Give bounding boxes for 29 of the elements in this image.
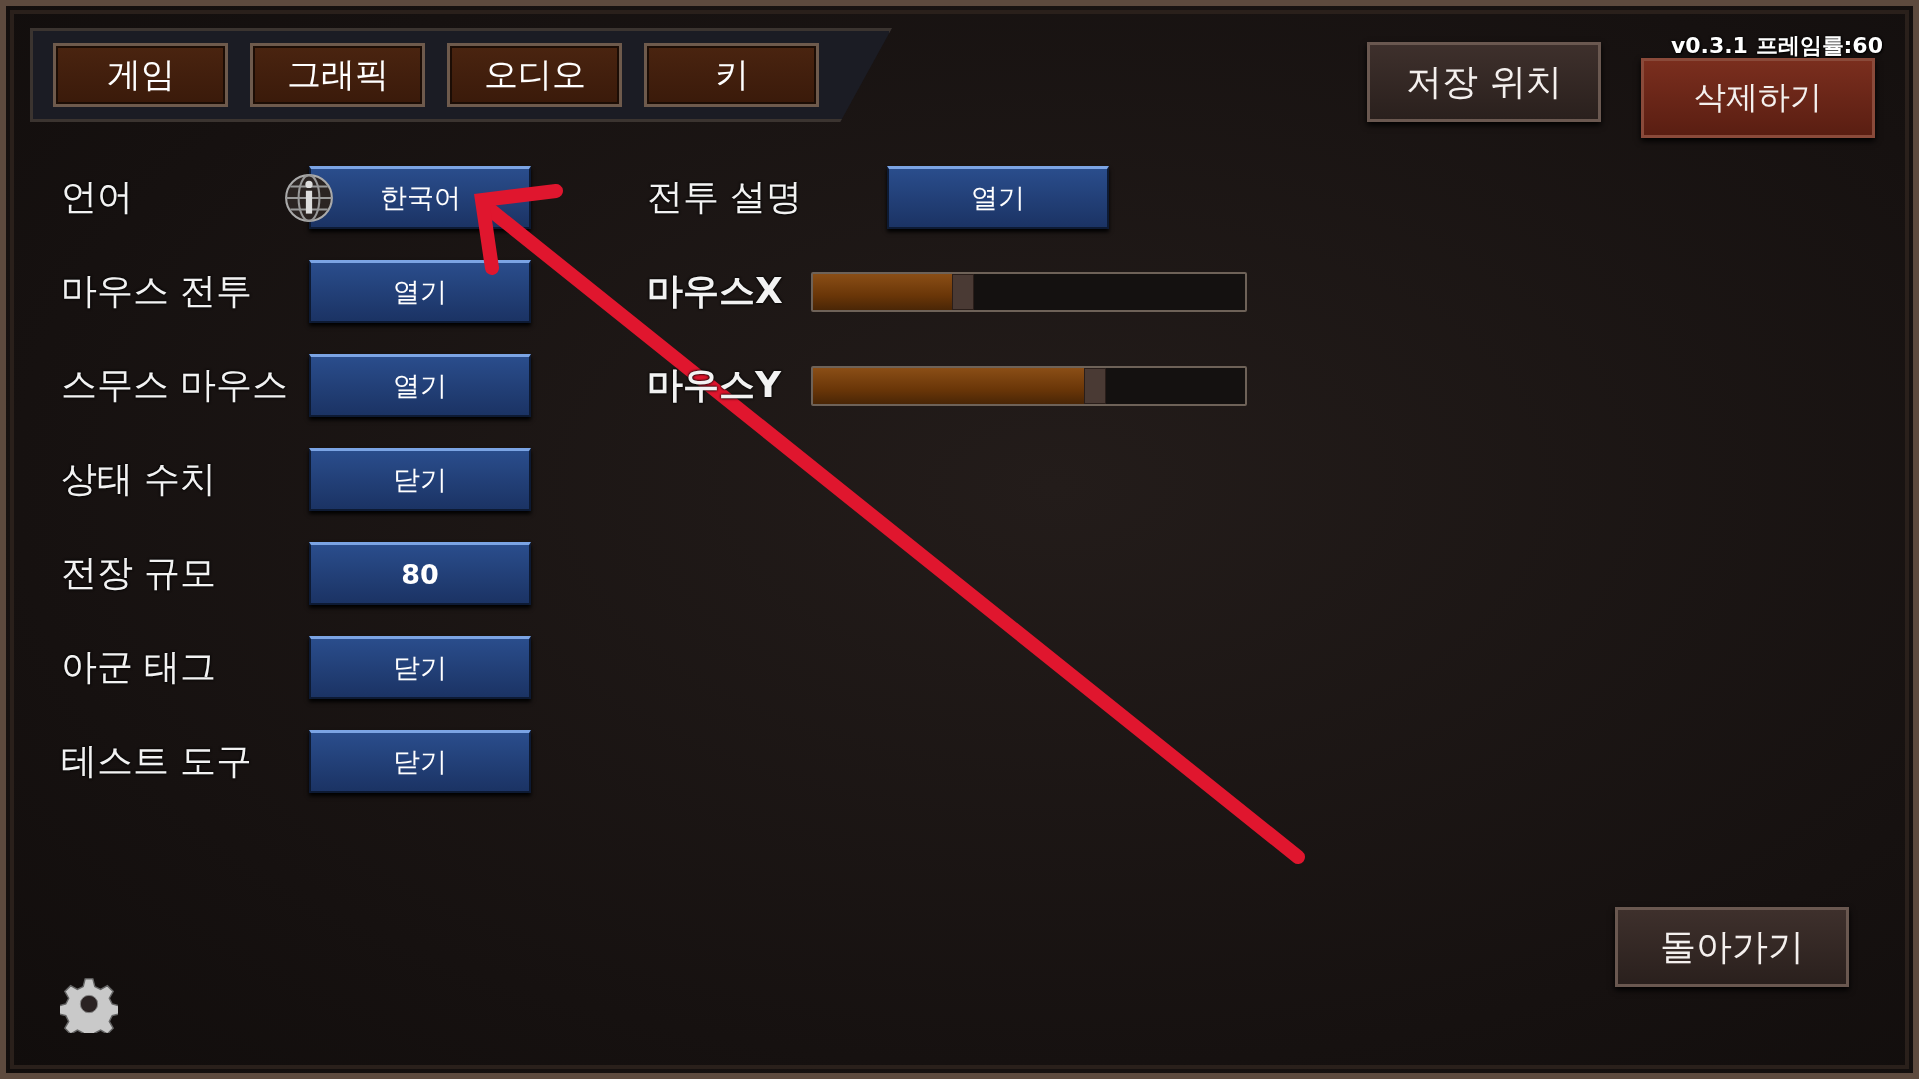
back-button[interactable]: 돌아가기 — [1615, 907, 1849, 987]
setting-label: 전장 규모 — [61, 551, 218, 596]
tab[interactable]: 키 — [644, 43, 819, 107]
version-label: v0.3.1 프레임률:60 — [1670, 34, 1883, 58]
setting-button[interactable]: 닫기 — [309, 448, 531, 511]
setting-label: 마우스X — [647, 269, 784, 314]
setting-label: 상태 수치 — [61, 457, 218, 502]
setting-label: 마우스 전투 — [61, 269, 254, 314]
setting-button[interactable]: 닫기 — [309, 730, 531, 793]
setting-button[interactable]: 열기 — [309, 260, 531, 323]
tab[interactable]: 오디오 — [447, 43, 622, 107]
setting-button[interactable]: 열기 — [309, 354, 531, 417]
settings-icon[interactable] — [60, 975, 118, 1033]
setting-button[interactable]: 80 — [309, 542, 531, 605]
setting-label: 아군 태그 — [61, 645, 218, 690]
slider-track[interactable] — [811, 271, 1247, 312]
setting-button[interactable]: 닫기 — [309, 636, 531, 699]
slider-thumb[interactable] — [952, 273, 975, 310]
setting-label: 스무스 마우스 — [61, 363, 290, 408]
setting-label: 테스트 도구 — [61, 739, 254, 784]
save-location-button[interactable]: 저장 위치 — [1367, 42, 1601, 122]
slider-track[interactable] — [811, 365, 1247, 406]
setting-button[interactable]: 열기 — [887, 166, 1109, 229]
delete-button[interactable]: 삭제하기 — [1641, 58, 1875, 138]
tab[interactable]: 게임 — [53, 43, 228, 107]
tab[interactable]: 그래픽 — [250, 43, 425, 107]
setting-label: 전투 설명 — [647, 175, 804, 220]
slider-thumb[interactable] — [1083, 367, 1106, 404]
setting-label: 언어 — [61, 175, 134, 220]
